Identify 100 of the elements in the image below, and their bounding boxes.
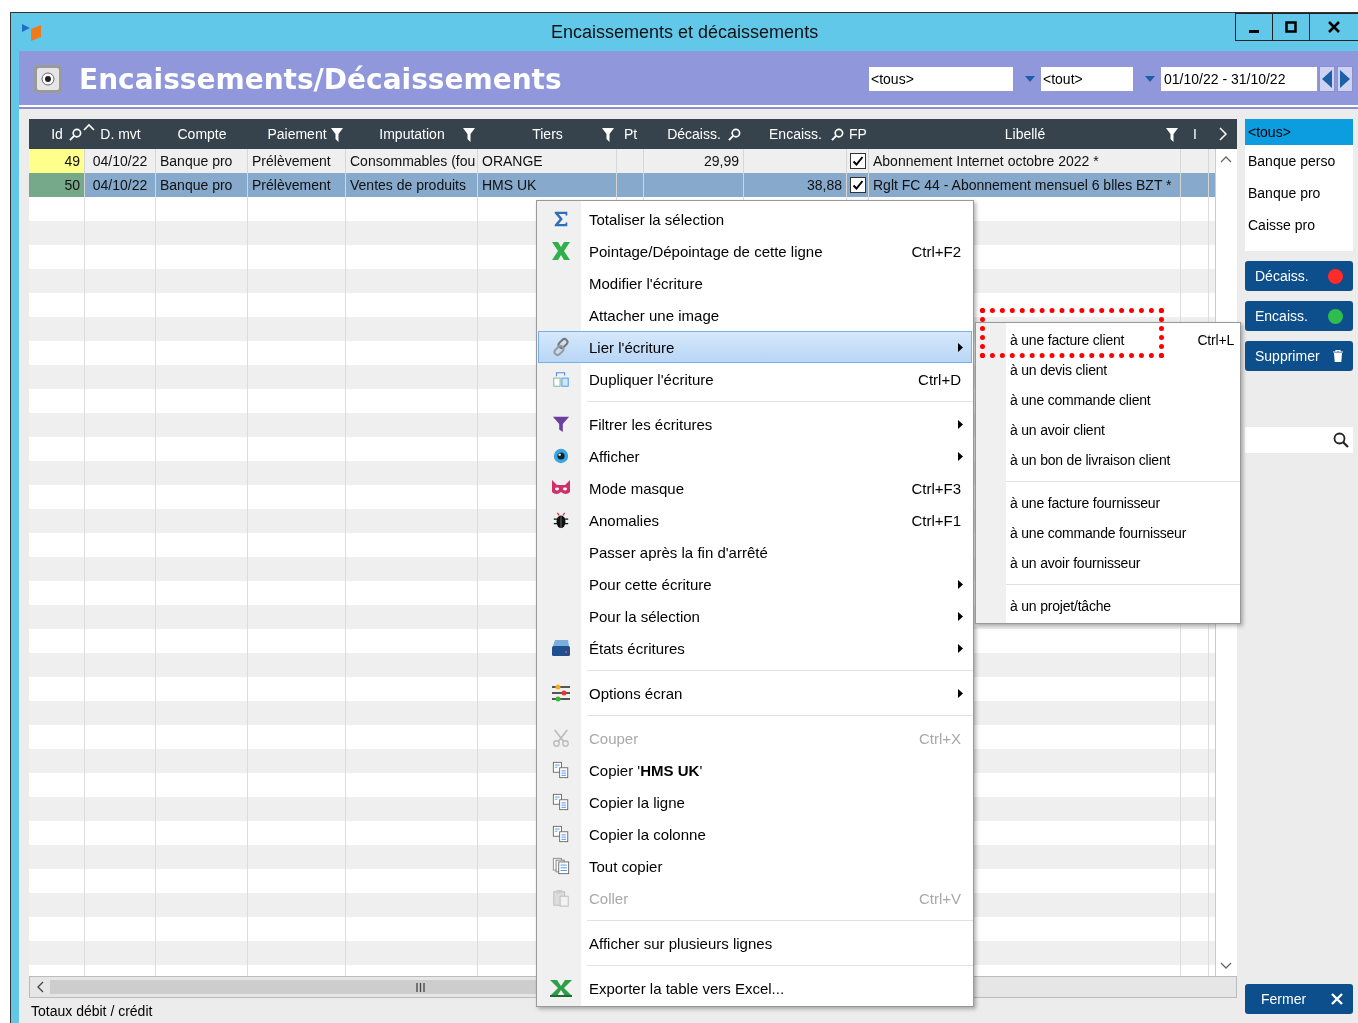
scroll-right-icon[interactable] <box>1219 127 1227 141</box>
safe-icon <box>33 64 63 94</box>
copy-icon <box>552 825 570 843</box>
action-button[interactable]: Encaiss. <box>1245 301 1353 331</box>
filter-icon[interactable] <box>602 128 614 142</box>
close-icon <box>1331 993 1343 1005</box>
search-field[interactable] <box>1245 427 1353 453</box>
page-title: Encaissements/Décaissements <box>79 62 563 96</box>
checkbox[interactable] <box>849 153 866 169</box>
menu-item[interactable]: à une commande fournisseur <box>976 518 1240 548</box>
menu-item[interactable]: Modifier l'écriture <box>538 267 972 299</box>
column-header[interactable]: Imputation <box>379 126 445 142</box>
column-header[interactable]: I <box>1193 126 1197 142</box>
menu-item[interactable]: Dupliquer l'écriture Ctrl+D <box>538 363 972 395</box>
menu-item[interactable]: à un devis client <box>976 355 1240 385</box>
menu-item[interactable]: Copier 'HMS UK' <box>538 754 972 786</box>
checkbox[interactable] <box>849 177 866 193</box>
menu-item[interactable]: Copier la ligne <box>538 786 972 818</box>
filter-icon[interactable] <box>463 128 475 142</box>
account-list-item[interactable]: Caisse pro <box>1245 212 1353 238</box>
menu-item[interactable]: à une commande client <box>976 385 1240 415</box>
close-icon <box>1328 21 1340 33</box>
search-icon[interactable] <box>69 128 82 141</box>
column-header[interactable]: Paiement <box>267 126 327 142</box>
menu-item[interactable]: à un avoir fournisseur <box>976 548 1240 578</box>
menu-item[interactable]: à une facture fournisseur <box>976 488 1240 518</box>
minimize-button[interactable] <box>1235 13 1273 41</box>
table-cell: 50 <box>29 173 85 197</box>
column-header[interactable]: Pt <box>623 126 638 142</box>
printer-icon <box>551 638 571 658</box>
chain-link-icon <box>551 337 571 357</box>
close-button[interactable] <box>1309 13 1358 41</box>
account-list-item[interactable]: Banque perso <box>1245 148 1353 174</box>
filter-icon[interactable] <box>1166 128 1178 142</box>
column-header[interactable]: Encaiss. <box>769 126 822 142</box>
menu-item[interactable]: Totaliser la sélection <box>538 203 972 235</box>
menu-item[interactable]: Copier la colonne <box>538 818 972 850</box>
column-header[interactable]: Tiers <box>532 126 563 142</box>
scissors-icon <box>552 729 570 747</box>
menu-item[interactable]: à un avoir client <box>976 415 1240 445</box>
menu-item[interactable]: Anomalies Ctrl+F1 <box>538 504 972 536</box>
menu-item[interactable]: Afficher <box>538 440 972 472</box>
column-header[interactable]: Compte <box>177 126 227 142</box>
column-header[interactable]: Id <box>51 126 63 142</box>
menu-item[interactable]: Lier l'écriture <box>538 331 972 363</box>
menu-item[interactable]: à un projet/tâche <box>976 591 1240 621</box>
copy-all-icon <box>552 857 570 875</box>
table-row[interactable]: 50 04/10/22 Banque pro Prélèvement Ventes de produits HMS UK 38,88 Rglt FC 44 - Abonnement mensuel 6 blles BZT * <box>29 173 1215 197</box>
grip-icon <box>415 982 425 992</box>
scroll-left-icon[interactable] <box>36 981 44 993</box>
eye-icon <box>552 447 570 465</box>
menu-item[interactable]: Exporter la table vers Excel... <box>538 972 972 1004</box>
filter-icon[interactable] <box>331 128 343 142</box>
window-title: Encaissements et décaissements <box>551 22 819 43</box>
menu-item[interactable]: Passer après la fin d'arrêté <box>538 536 972 568</box>
date-range-field[interactable]: 01/10/22 - 31/10/22 <box>1161 67 1317 91</box>
action-button[interactable]: Décaiss. <box>1245 261 1353 291</box>
maximize-button[interactable] <box>1272 13 1310 41</box>
maximize-icon <box>1285 21 1297 33</box>
next-period-button[interactable] <box>1337 66 1353 92</box>
dropdown-arrow-icon <box>1145 76 1155 82</box>
menu-item[interactable]: Pour la sélection <box>538 600 972 632</box>
column-header[interactable]: Décaiss. <box>667 126 721 142</box>
menu-item[interactable]: Options écran <box>538 677 972 709</box>
menu-item[interactable]: Pointage/Dépointage de cette ligne Ctrl+F2 <box>538 235 972 267</box>
copy-icon <box>552 761 570 779</box>
menu-item[interactable]: Mode masque Ctrl+F3 <box>538 472 972 504</box>
account-list-item[interactable]: <tous> <box>1245 119 1353 145</box>
search-icon[interactable] <box>831 128 844 141</box>
menu-item[interactable]: Pour cette écriture <box>538 568 972 600</box>
scroll-up-icon[interactable] <box>1220 155 1232 163</box>
menu-item[interactable]: États écritures <box>538 632 972 664</box>
previous-period-button[interactable] <box>1319 66 1335 92</box>
account-list-item[interactable]: Banque pro <box>1245 180 1353 206</box>
menu-item[interactable]: Filtrer les écritures <box>538 408 972 440</box>
search-icon <box>1333 432 1349 448</box>
app-logo-icon <box>21 22 43 42</box>
minimize-icon <box>1249 29 1259 33</box>
sort-caret-icon[interactable] <box>83 123 95 131</box>
x-icon <box>551 241 571 261</box>
search-icon[interactable] <box>728 128 741 141</box>
column-header[interactable]: FP <box>849 126 867 142</box>
sliders-icon <box>551 683 571 703</box>
copy-icon <box>552 793 570 811</box>
dropdown-arrow-icon <box>1025 76 1035 82</box>
menu-item[interactable]: Attacher une image <box>538 299 972 331</box>
column-header[interactable]: D. mvt <box>100 126 141 142</box>
bug-icon <box>552 511 570 529</box>
action-button[interactable]: Supprimer <box>1245 341 1353 371</box>
menu-item[interactable]: à un bon de livraison client <box>976 445 1240 475</box>
table-cell: 49 <box>29 149 85 173</box>
duplicate-icon <box>552 370 570 388</box>
column-header[interactable]: Libellé <box>1004 126 1046 142</box>
close-window-button[interactable]: Fermer <box>1245 984 1353 1014</box>
scroll-down-icon[interactable] <box>1220 962 1232 970</box>
paste-icon <box>552 889 570 907</box>
menu-item[interactable]: Afficher sur plusieurs lignes <box>538 927 972 959</box>
menu-item[interactable]: Tout copier <box>538 850 972 882</box>
menu-item[interactable]: à une facture client Ctrl+L <box>976 325 1240 355</box>
table-row[interactable]: 49 04/10/22 Banque pro Prélèvement Consommables (fou ORANGE 29,99 Abonnement Internet octobre 2022 * <box>29 149 1215 173</box>
